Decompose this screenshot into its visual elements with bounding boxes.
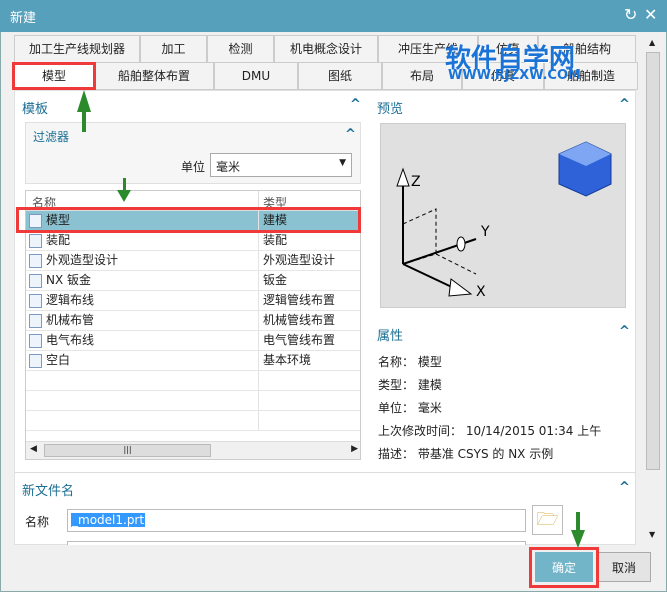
table-row[interactable]: 空白 基本环境 bbox=[26, 351, 360, 371]
table-row[interactable]: 装配 装配 bbox=[26, 231, 360, 251]
tab-row1-3[interactable]: 机电概念设计 bbox=[274, 35, 378, 63]
row-name: 空白 bbox=[46, 353, 71, 367]
chevron-down-icon: ▼ bbox=[339, 158, 346, 168]
property-line: 上次修改时间： 10/14/2015 01:34 上午 bbox=[378, 424, 602, 438]
new-file-header: 新文件名 bbox=[22, 484, 75, 499]
row-name: 机械布管 bbox=[46, 313, 95, 327]
file-name-value: _model1.prt bbox=[71, 513, 146, 527]
window-title: 新建 bbox=[10, 11, 37, 26]
table-row[interactable]: 外观造型设计 外观造型设计 bbox=[26, 251, 360, 271]
tab-row2-1[interactable]: 船舶整体布置 bbox=[94, 62, 214, 90]
property-line: 单位： 毫米 bbox=[378, 401, 442, 415]
row-name: 装配 bbox=[46, 233, 71, 247]
row-name: 电气布线 bbox=[46, 333, 95, 347]
refresh-icon[interactable]: ↻ bbox=[624, 5, 637, 24]
file-name-input[interactable]: _model1.prt bbox=[67, 509, 526, 532]
divider bbox=[14, 472, 636, 473]
scroll-down-icon[interactable]: ▼ bbox=[649, 530, 655, 539]
browse-folder-button[interactable]: 🗁 bbox=[532, 505, 563, 535]
ok-highlight-box bbox=[529, 547, 599, 588]
tab-row1-0[interactable]: 加工生产线规划器 bbox=[14, 35, 140, 63]
collapse-preview-icon[interactable]: ^ bbox=[619, 97, 630, 112]
empty-row bbox=[26, 371, 360, 391]
file-name-label: 名称 bbox=[25, 515, 50, 529]
template-icon bbox=[29, 234, 42, 248]
annotation-arrow-ok bbox=[571, 530, 585, 548]
template-icon bbox=[29, 254, 42, 268]
template-icon bbox=[29, 274, 42, 288]
scroll-thumb[interactable]: ||| bbox=[44, 444, 211, 457]
property-line: 描述： 带基准 CSYS 的 NX 示例 bbox=[378, 447, 554, 461]
template-icon bbox=[29, 294, 42, 308]
row-name: NX 钣金 bbox=[46, 273, 92, 287]
csys-preview-graphic: Z Y X bbox=[396, 141, 612, 300]
row-name: 外观造型设计 bbox=[46, 253, 119, 267]
unit-select-value: 毫米 bbox=[216, 160, 241, 174]
empty-row bbox=[26, 411, 360, 431]
row-type: 钣金 bbox=[258, 271, 287, 291]
template-header: 模板 bbox=[22, 102, 49, 117]
unit-label: 单位 bbox=[181, 160, 206, 174]
row-name: 逻辑布线 bbox=[46, 293, 95, 307]
collapse-new-file-icon[interactable]: ^ bbox=[619, 480, 630, 495]
table-row[interactable]: 逻辑布线 逻辑管线布置 bbox=[26, 291, 360, 311]
template-icon bbox=[29, 314, 42, 328]
collapse-template-icon[interactable]: ^ bbox=[350, 97, 361, 112]
tab-highlight-box bbox=[12, 62, 96, 90]
row-type: 基本环境 bbox=[258, 351, 311, 371]
cancel-button[interactable]: 取消 bbox=[597, 552, 651, 582]
annotation-arrow-up-shaft bbox=[82, 110, 86, 132]
row-type: 电气管线布置 bbox=[258, 331, 335, 351]
axis-z-label: Z bbox=[411, 174, 421, 190]
property-line: 类型： 建模 bbox=[378, 378, 442, 392]
annotation-arrow-up bbox=[77, 90, 91, 112]
property-line: 名称： 模型 bbox=[378, 355, 442, 369]
row-type: 装配 bbox=[258, 231, 287, 251]
row-type: 外观造型设计 bbox=[258, 251, 335, 271]
preview-header: 预览 bbox=[377, 102, 404, 117]
axis-y-label: Y bbox=[480, 224, 490, 240]
vertical-scrollbar[interactable]: ▲ ▼ bbox=[644, 36, 662, 544]
scroll-left-icon[interactable]: ◀ bbox=[30, 444, 37, 454]
table-row[interactable]: NX 钣金 钣金 bbox=[26, 271, 360, 291]
unit-select[interactable]: 毫米 ▼ bbox=[210, 153, 352, 177]
axis-x-label: X bbox=[476, 284, 486, 300]
row-highlight-box bbox=[16, 207, 361, 233]
tab-row1-2[interactable]: 检测 bbox=[207, 35, 274, 63]
scroll-right-icon[interactable]: ▶ bbox=[351, 444, 358, 454]
collapse-filter-icon[interactable]: ^ bbox=[345, 127, 356, 142]
horizontal-scrollbar[interactable]: ◀ ||| ▶ bbox=[26, 441, 360, 459]
collapse-properties-icon[interactable]: ^ bbox=[619, 324, 630, 339]
scroll-thumb-vertical[interactable] bbox=[646, 52, 660, 470]
row-type: 机械管线布置 bbox=[258, 311, 335, 331]
properties-header: 属性 bbox=[377, 329, 404, 344]
folder-icon: 🗁 bbox=[536, 509, 559, 530]
annotation-arrow-head bbox=[117, 190, 131, 202]
title-bar: 新建 ↻ ✕ bbox=[0, 0, 667, 32]
folder-input[interactable] bbox=[67, 541, 526, 545]
empty-row bbox=[26, 391, 360, 411]
preview-image: Z Y X bbox=[380, 123, 626, 308]
template-icon bbox=[29, 354, 42, 368]
table-row[interactable]: 机械布管 机械管线布置 bbox=[26, 311, 360, 331]
watermark-url: WWW.RJZXW.COM bbox=[448, 68, 581, 83]
tab-row2-2[interactable]: DMU bbox=[214, 62, 298, 90]
close-icon[interactable]: ✕ bbox=[644, 5, 657, 24]
template-icon bbox=[29, 334, 42, 348]
scroll-up-icon[interactable]: ▲ bbox=[649, 38, 655, 47]
tab-row2-3[interactable]: 图纸 bbox=[298, 62, 382, 90]
table-row[interactable]: 电气布线 电气管线布置 bbox=[26, 331, 360, 351]
filter-header: 过滤器 bbox=[33, 130, 70, 144]
tab-row1-1[interactable]: 加工 bbox=[140, 35, 207, 63]
row-type: 逻辑管线布置 bbox=[258, 291, 335, 311]
